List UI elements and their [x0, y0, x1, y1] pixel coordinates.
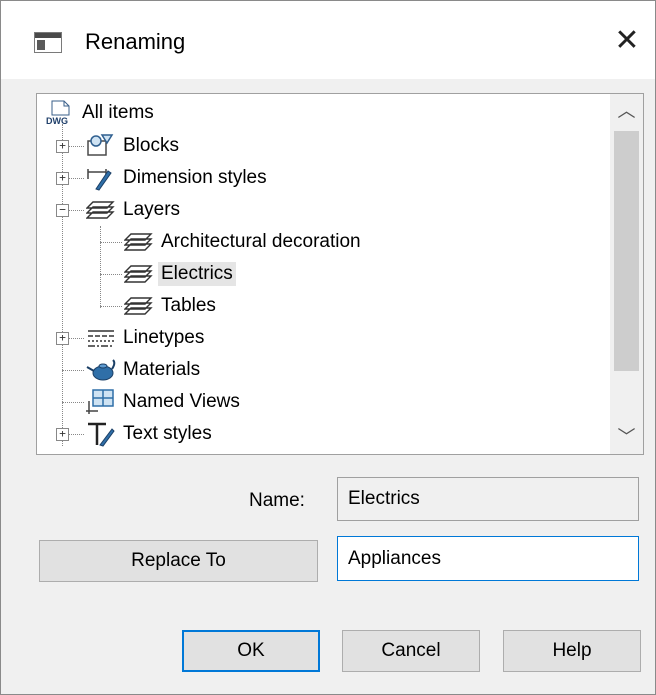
collapse-layers-icon[interactable]: − — [56, 204, 69, 217]
close-icon[interactable]: ✕ — [609, 23, 645, 59]
scrollbar-thumb[interactable] — [614, 131, 639, 371]
tree-item-architectural-decoration[interactable]: Architectural decoration — [124, 227, 364, 257]
layers-icon — [124, 233, 153, 251]
tree-connector — [100, 226, 101, 308]
dialog-window-icon — [34, 32, 62, 53]
named-views-icon — [86, 389, 114, 414]
tree-item-dimension-styles[interactable]: Dimension styles — [86, 163, 270, 193]
scroll-down-icon[interactable]: ﹀ — [610, 420, 643, 454]
tree-item-label: Named Views — [123, 391, 240, 412]
dwg-file-icon: DWG — [46, 100, 70, 126]
tree-item-label: Materials — [123, 359, 201, 380]
replace-to-button[interactable]: Replace To — [39, 540, 318, 582]
tree-item-tables[interactable]: Tables — [124, 291, 219, 321]
svg-text:DWG: DWG — [46, 116, 68, 126]
tree-item-label: Dimension styles — [123, 167, 267, 188]
layers-icon — [124, 265, 153, 283]
expand-text-styles-icon[interactable]: + — [56, 428, 69, 441]
tree-item-all-items[interactable]: DWG All items — [45, 98, 157, 128]
scroll-up-icon[interactable]: ︿ — [610, 94, 643, 128]
tree-item-label: Linetypes — [123, 327, 205, 348]
tree-item-layers[interactable]: Layers — [86, 195, 183, 225]
tree-item-label: Architectural decoration — [161, 231, 361, 252]
tree-connector — [62, 370, 84, 371]
dialog-title: Renaming — [85, 29, 186, 54]
tree-item-label: Layers — [123, 199, 181, 220]
replace-input[interactable]: Appliances — [337, 536, 639, 581]
help-button[interactable]: Help — [503, 630, 641, 672]
tree-item-named-views[interactable]: Named Views — [86, 387, 243, 417]
tree-item-materials[interactable]: Materials — [86, 355, 203, 385]
tree-item-blocks[interactable]: Blocks — [86, 131, 182, 161]
tree-connector — [100, 274, 122, 275]
tree-item-linetypes[interactable]: Linetypes — [86, 323, 207, 353]
layers-icon — [86, 201, 115, 219]
expand-dimension-styles-icon[interactable]: + — [56, 172, 69, 185]
cancel-button[interactable]: Cancel — [342, 630, 480, 672]
tree-item-label: Blocks — [123, 135, 179, 156]
linetypes-icon — [88, 330, 114, 347]
tree-connector — [62, 402, 84, 403]
materials-icon — [86, 359, 116, 381]
tree-item-text-styles[interactable]: Text styles — [86, 419, 215, 449]
title-bar[interactable]: Renaming ✕ — [1, 1, 655, 79]
tree-connector — [100, 242, 122, 243]
ok-button[interactable]: OK — [182, 630, 320, 672]
dimension-styles-icon — [87, 169, 112, 191]
expand-linetypes-icon[interactable]: + — [56, 332, 69, 345]
tree-connector — [100, 306, 122, 307]
name-field: Electrics — [337, 477, 639, 521]
tree-item-label: Tables — [161, 295, 216, 316]
tree-item-label: Text styles — [123, 423, 212, 444]
layers-icon — [124, 297, 153, 315]
tree-item-label: All items — [82, 102, 154, 123]
tree-item-label: Electrics — [158, 262, 236, 286]
blocks-icon — [87, 134, 114, 156]
name-label: Name: — [249, 490, 305, 511]
expand-blocks-icon[interactable]: + — [56, 140, 69, 153]
renaming-dialog: Renaming ✕ + + − + + DWG All items Block… — [0, 0, 656, 695]
text-styles-icon — [88, 422, 115, 447]
vertical-scrollbar[interactable]: ︿ ﹀ — [610, 94, 643, 454]
tree-item-electrics[interactable]: Electrics — [124, 259, 236, 289]
items-tree[interactable]: + + − + + DWG All items Blocks Dimension… — [36, 93, 644, 455]
